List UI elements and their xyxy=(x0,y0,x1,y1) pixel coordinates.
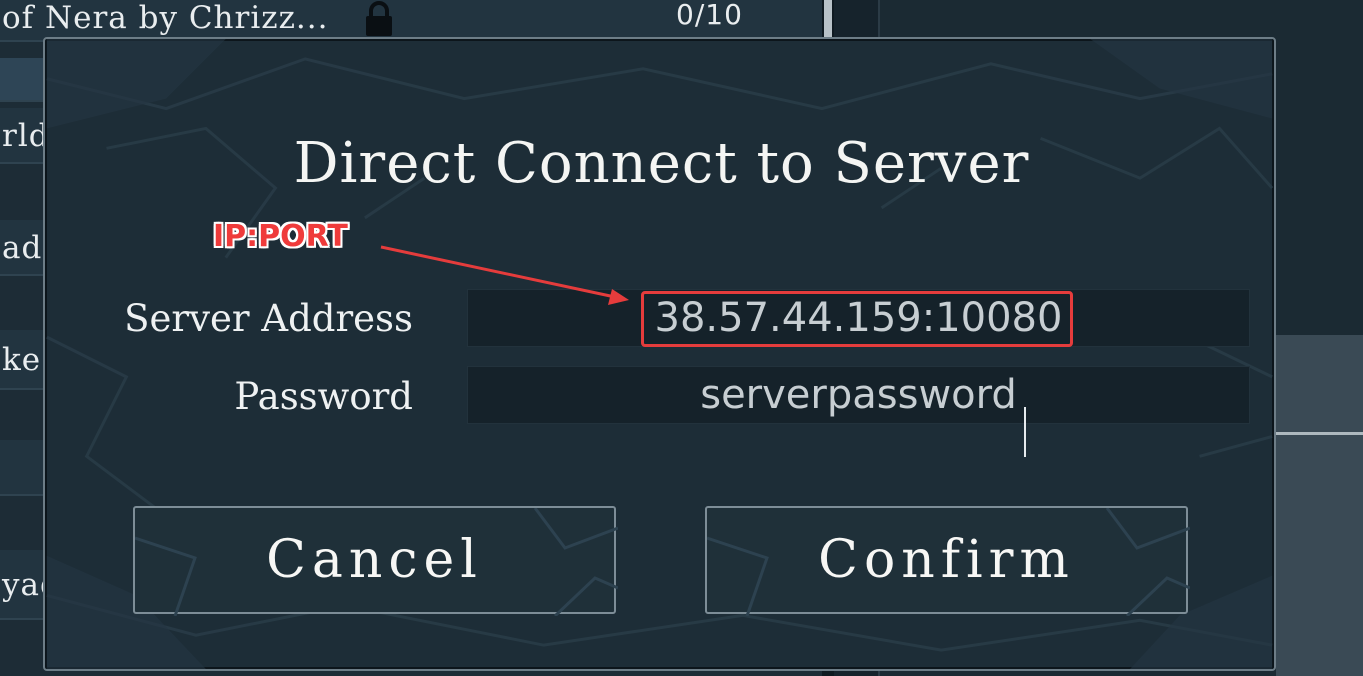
player-count: 0/10 xyxy=(676,0,743,31)
server-name: ad xyxy=(2,230,43,266)
server-name: of Nera by Chrizz... xyxy=(2,0,329,36)
server-list-row[interactable]: of Nera by Chrizz... 0/10 xyxy=(0,0,830,42)
divider xyxy=(1276,432,1363,435)
annotation-arrow xyxy=(380,245,629,305)
direct-connect-dialog: Direct Connect to Server Server Address … xyxy=(43,37,1276,671)
server-preview-image xyxy=(1276,335,1363,676)
lock-icon xyxy=(366,1,392,36)
scrollbar-thumb[interactable] xyxy=(824,0,832,42)
